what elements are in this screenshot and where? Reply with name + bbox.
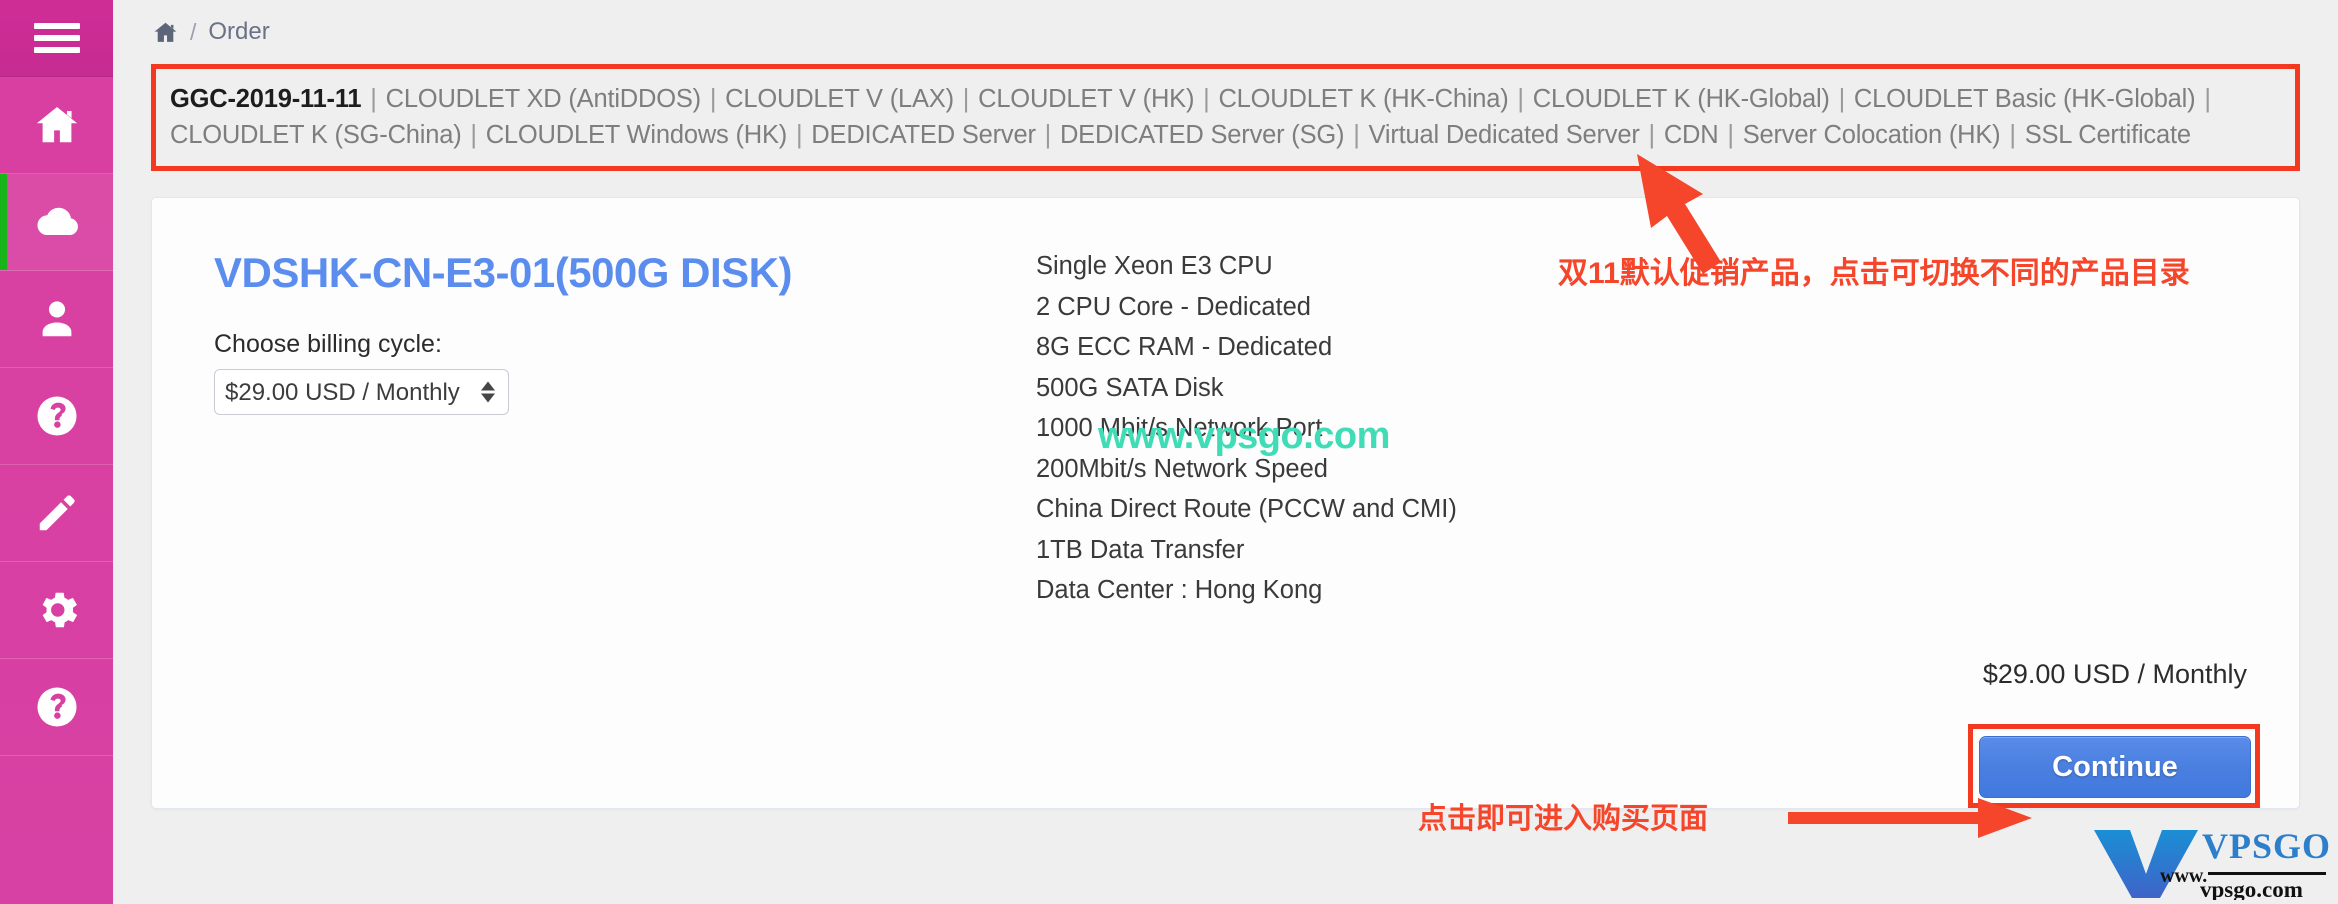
product-spec-item: 1000 Mbit/s Network Port — [1036, 414, 1323, 442]
order-card-left: VDSHK-CN-E3-01(500G DISK) Choose billing… — [196, 234, 1036, 611]
hamburger-icon — [33, 17, 80, 59]
breadcrumb: / Order — [113, 0, 2338, 46]
product-category-link[interactable]: CLOUDLET Windows (HK) — [486, 121, 788, 149]
billing-cycle-select[interactable]: $29.00 USD / Monthly — [214, 369, 509, 416]
svg-text:www.: www. — [2160, 865, 2207, 887]
product-category-link[interactable]: CLOUDLET Basic (HK-Global) — [1854, 85, 2196, 113]
product-spec-item: 2 CPU Core - Dedicated — [1036, 292, 1311, 321]
svg-text:VPSGO: VPSGO — [2202, 826, 2330, 866]
category-separator: | — [1831, 85, 1852, 113]
sidebar-item-support[interactable] — [0, 368, 113, 465]
category-separator: | — [363, 85, 384, 113]
sidebar-item-help[interactable] — [0, 659, 113, 756]
sidebar-item-settings[interactable] — [0, 562, 113, 659]
order-card-right: Single Xeon E3 CPU 2 CPU Core - Dedicated… — [1036, 234, 2255, 611]
product-spec-item: Single Xeon E3 CPU — [1036, 252, 1273, 280]
category-separator: | — [955, 85, 977, 113]
continue-button[interactable]: Continue — [1979, 736, 2251, 798]
product-category-link[interactable]: CLOUDLET XD (AntiDDOS) — [386, 85, 702, 113]
category-separator: | — [1346, 121, 1367, 149]
product-spec-item: Data Center : Hong Kong — [1036, 576, 1323, 604]
svg-text:vpsgo.com: vpsgo.com — [2200, 877, 2303, 900]
vpsgo-logo: VPSGO www. vpsgo.com — [2094, 826, 2330, 900]
home-icon — [34, 102, 80, 148]
sidebar-item-cloud-services[interactable] — [0, 174, 113, 271]
sidebar-item-blank[interactable] — [0, 756, 113, 853]
category-separator: | — [1196, 85, 1217, 113]
product-category-link[interactable]: Server Colocation (HK) — [1743, 121, 2001, 149]
category-separator: | — [1641, 121, 1662, 149]
category-separator: | — [463, 121, 484, 149]
user-icon — [34, 296, 80, 342]
sidebar-item-edit[interactable] — [0, 465, 113, 562]
product-categories-highlight: GGC-2019-11-11 | CLOUDLET XD (AntiDDOS) … — [151, 64, 2300, 171]
category-separator: | — [1510, 85, 1531, 113]
product-category-link[interactable]: CDN — [1664, 121, 1719, 149]
pencil-icon — [34, 490, 80, 536]
sidebar — [0, 0, 113, 904]
billing-cycle-label: Choose billing cycle: — [214, 330, 442, 359]
product-spec-item: 8G ECC RAM - Dedicated — [1036, 333, 1333, 361]
question-circle-icon — [34, 393, 80, 439]
category-separator: | — [789, 121, 810, 149]
product-category-link[interactable]: CLOUDLET V (LAX) — [725, 85, 954, 113]
product-spec-item: China Direct Route (PCCW and CMI) — [1036, 495, 1457, 523]
breadcrumb-separator: / — [190, 18, 197, 45]
product-category-link[interactable]: CLOUDLET V (HK) — [978, 85, 1194, 113]
sidebar-item-menu-toggle[interactable] — [0, 0, 113, 77]
product-category-link[interactable]: SSL Certificate — [2025, 121, 2191, 149]
sidebar-item-account[interactable] — [0, 271, 113, 368]
product-category-link[interactable]: CLOUDLET K (HK-China) — [1218, 85, 1508, 113]
main-content: / Order GGC-2019-11-11 | CLOUDLET XD (An… — [113, 0, 2338, 904]
product-category-link[interactable]: CLOUDLET K (HK-Global) — [1533, 85, 1830, 113]
product-category-link[interactable]: GGC-2019-11-11 — [170, 85, 362, 113]
product-categories-list: GGC-2019-11-11 | CLOUDLET XD (AntiDDOS) … — [156, 69, 2295, 166]
product-spec-item: 1TB Data Transfer — [1036, 535, 1245, 564]
product-specs-list: Single Xeon E3 CPU 2 CPU Core - Dedicated… — [1036, 246, 2255, 611]
product-category-link[interactable]: CLOUDLET K (SG-China) — [170, 121, 462, 149]
product-categories-box: GGC-2019-11-11 | CLOUDLET XD (AntiDDOS) … — [151, 64, 2300, 171]
breadcrumb-current: Order — [208, 18, 270, 45]
product-category-link[interactable]: DEDICATED Server — [811, 121, 1036, 149]
product-category-link[interactable]: DEDICATED Server (SG) — [1060, 121, 1345, 149]
order-page: / Order GGC-2019-11-11 | CLOUDLET XD (An… — [0, 0, 2338, 904]
order-card: VDSHK-CN-E3-01(500G DISK) Choose billing… — [151, 197, 2300, 809]
category-separator: | — [1037, 121, 1058, 149]
category-separator: | — [2002, 121, 2023, 149]
sidebar-item-home[interactable] — [0, 77, 113, 174]
product-spec-item: 500G SATA Disk — [1036, 373, 1224, 402]
home-icon[interactable] — [153, 20, 178, 45]
category-separator: | — [702, 85, 724, 113]
price-summary: $29.00 USD / Monthly — [1982, 659, 2247, 689]
product-category-link[interactable]: Virtual Dedicated Server — [1369, 121, 1640, 149]
gear-icon — [34, 587, 80, 633]
continue-button-wrap: Continue — [1979, 736, 2251, 798]
question-circle-icon — [34, 684, 80, 730]
category-separator: | — [1720, 121, 1741, 149]
cloud-icon — [34, 199, 80, 245]
product-title: VDSHK-CN-E3-01(500G DISK) — [214, 249, 792, 296]
product-spec-item: 200Mbit/s Network Speed — [1036, 454, 1328, 483]
category-separator: | — [2197, 85, 2211, 113]
billing-cycle-select-wrap: $29.00 USD / Monthly — [214, 369, 509, 416]
